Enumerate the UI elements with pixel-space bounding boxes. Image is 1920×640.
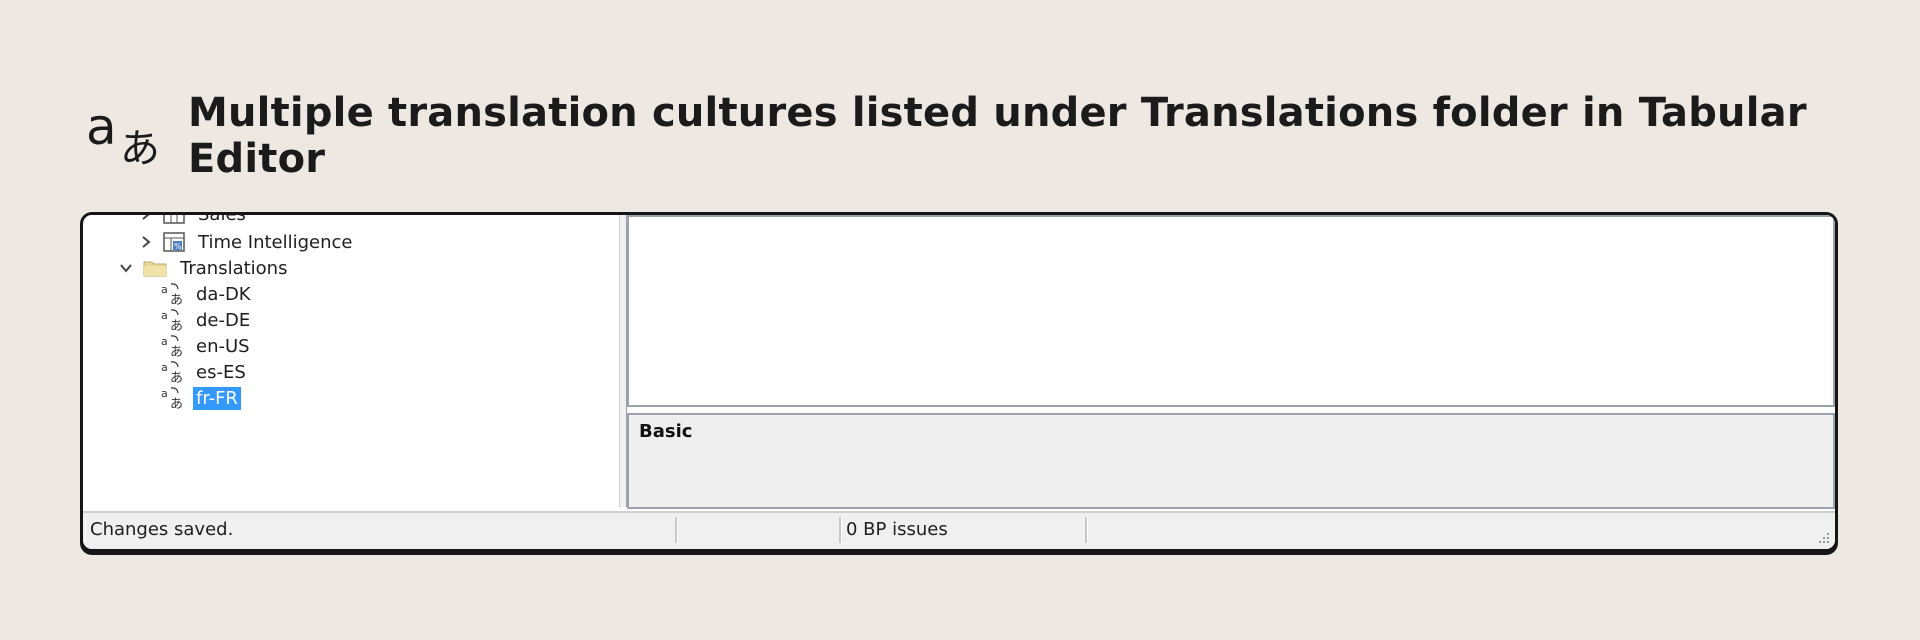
editor-pane[interactable] [627,215,1835,407]
svg-text:あ: あ [120,126,160,168]
tree-item-time-intelligence[interactable]: % Time Intelligence [139,229,356,255]
page-title: Multiple translation cultures listed und… [188,90,1807,182]
chevron-down-icon[interactable] [119,261,133,275]
svg-text:a: a [161,283,168,296]
pane-splitter[interactable] [619,215,627,507]
culture-icon: aあ [161,335,183,358]
svg-text:a: a [161,335,168,348]
tree-item-culture-de-de[interactable]: aあ de-DE [161,307,253,333]
tabular-editor-window: Sales % Time Intelligence Translations a… [80,212,1838,552]
culture-icon: aあ [161,387,183,410]
svg-text:a: a [161,361,168,374]
tree-item-label: en-US [196,335,250,357]
status-message: Changes saved. [85,517,677,543]
tree-item-culture-da-dk[interactable]: aあ da-DK [161,281,254,307]
tree-item-label: de-DE [196,309,251,331]
model-tree[interactable]: Sales % Time Intelligence Translations a… [85,215,619,507]
tree-item-culture-en-us[interactable]: aあ en-US [161,333,253,359]
tree-item-label: da-DK [196,283,251,305]
property-category-label: Basic [639,421,693,442]
tree-item-sales[interactable]: Sales [139,215,249,227]
resize-grip-icon[interactable] [1813,527,1831,545]
tree-item-label: Sales [195,215,249,226]
culture-icon: aあ [161,309,183,332]
calculation-table-icon: % [163,232,185,252]
svg-text:あ: あ [170,345,183,358]
chevron-right-icon[interactable] [139,215,153,221]
svg-text:a: a [86,104,117,156]
page-header: a あ Multiple translation cultures listed… [86,90,1920,182]
tree-item-label-selected: fr-FR [193,386,241,410]
tree-item-translations[interactable]: Translations [119,255,290,281]
status-bar: Changes saved. 0 BP issues [83,511,1835,549]
chevron-right-icon[interactable] [139,235,153,249]
tree-item-label: Time Intelligence [198,231,353,253]
status-segment-4 [1087,517,1811,543]
culture-icon: aあ [161,361,183,384]
tree-item-label: Translations [180,257,288,279]
svg-text:%: % [174,242,182,251]
tree-item-culture-es-es[interactable]: aあ es-ES [161,359,249,385]
property-grid[interactable]: Basic [627,413,1835,509]
status-bp-issues[interactable]: 0 BP issues [841,517,1087,543]
svg-text:a: a [161,309,168,322]
folder-icon [143,261,167,277]
svg-text:あ: あ [170,293,183,306]
table-icon [163,215,185,224]
tree-item-culture-fr-fr[interactable]: aあ fr-FR [161,385,241,411]
translate-icon: a あ [86,104,164,168]
svg-text:あ: あ [170,319,183,332]
tree-item-label: es-ES [196,361,246,383]
svg-text:a: a [161,387,168,400]
svg-text:あ: あ [170,397,183,410]
status-segment-2 [677,517,841,543]
culture-icon: aあ [161,283,183,306]
svg-text:あ: あ [170,371,183,384]
